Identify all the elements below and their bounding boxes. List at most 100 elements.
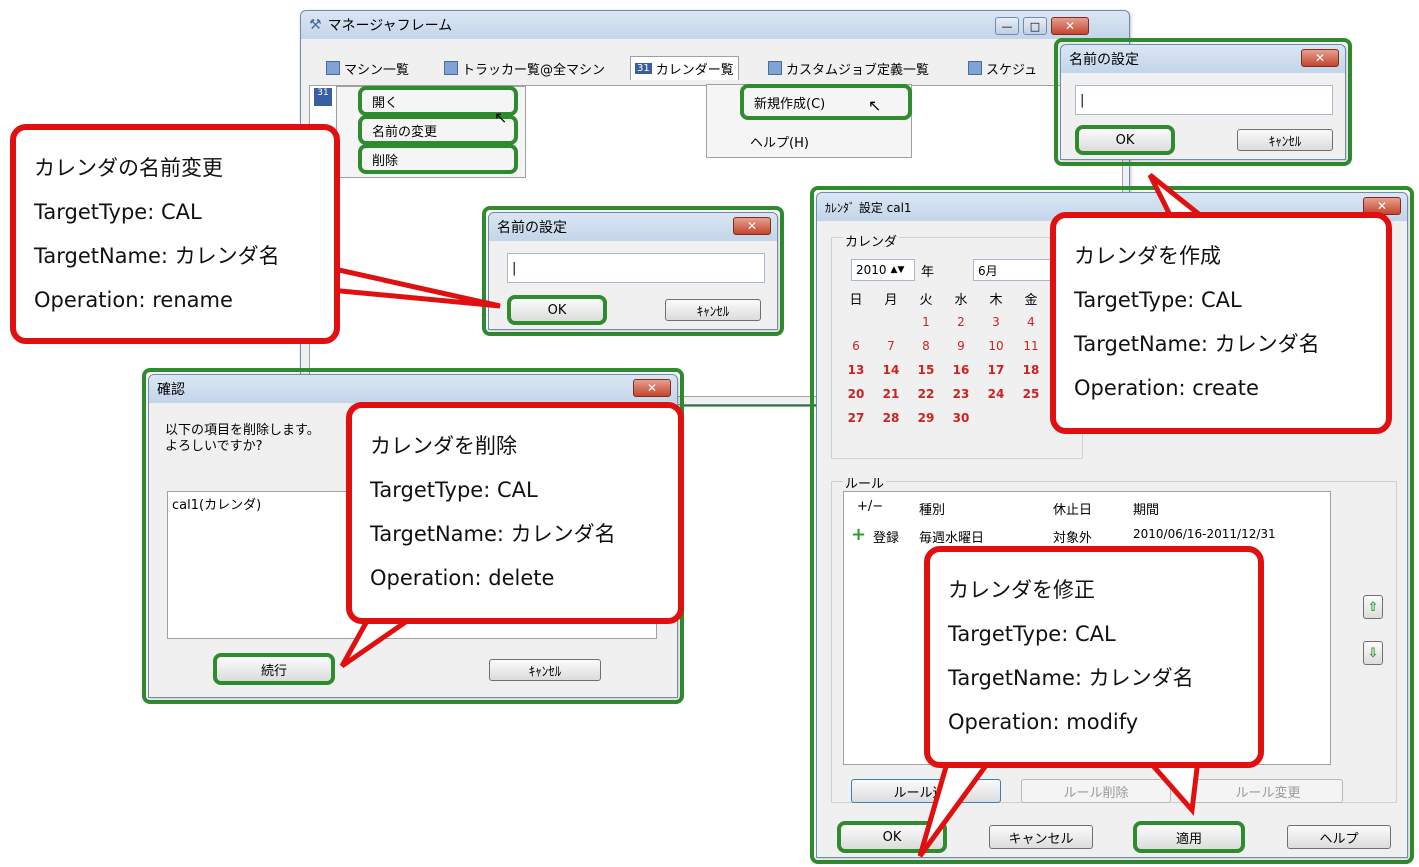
create-dialog: 名前の設定 ✕ | OK ｷｬﾝｾﾙ: [1060, 44, 1346, 160]
tab-calendar-list[interactable]: 31 カレンダー覧: [630, 56, 739, 80]
calendar-day[interactable]: 8: [911, 339, 941, 353]
rename-dialog: 名前の設定 ✕ | OK ｷｬﾝｾﾙ: [488, 212, 778, 330]
calendar-day[interactable]: 3: [981, 315, 1011, 329]
callout-modify-type: TargetType: CAL: [948, 622, 1116, 646]
calendar-day[interactable]: 7: [876, 339, 906, 353]
maximize-button[interactable]: □: [1023, 17, 1047, 35]
month-select[interactable]: 6月: [973, 259, 1053, 281]
move-down-button[interactable]: ⇩: [1363, 641, 1383, 665]
calendar-day[interactable]: 4: [1016, 315, 1046, 329]
callout-rename-op: Operation: rename: [34, 288, 233, 312]
callout-delete-op: Operation: delete: [370, 566, 555, 590]
callout-create-type: TargetType: CAL: [1074, 288, 1242, 312]
calendar-list-icon: 31: [314, 88, 332, 106]
calendar-day[interactable]: 17: [981, 363, 1011, 377]
calendar-day[interactable]: 11: [1016, 339, 1046, 353]
calendar-ok-button[interactable]: OK: [837, 821, 947, 853]
rename-name-input[interactable]: |: [507, 253, 765, 283]
change-rule-button[interactable]: ルール変更: [1193, 779, 1343, 803]
tab-tracker-list[interactable]: トラッカー覧@全マシン: [440, 56, 609, 80]
create-cancel-button[interactable]: ｷｬﾝｾﾙ: [1237, 129, 1333, 151]
rule-header-period: 期間: [1133, 503, 1160, 518]
calendar-apply-button[interactable]: 適用: [1133, 821, 1245, 853]
calendar-day[interactable]: 13: [841, 363, 871, 377]
callout-modify-title: カレンダを修正: [948, 578, 1095, 602]
calendar-day[interactable]: 30: [946, 411, 976, 425]
callout-create-title: カレンダを作成: [1074, 244, 1221, 268]
create-name-input[interactable]: |: [1075, 85, 1333, 115]
calendar-day[interactable]: 21: [876, 387, 906, 401]
calendar-day[interactable]: 9: [946, 339, 976, 353]
calendar-day[interactable]: 27: [841, 411, 871, 425]
weekday-header: 金: [1024, 293, 1038, 308]
rule-op: 登録: [873, 531, 900, 546]
confirm-cancel-button[interactable]: ｷｬﾝｾﾙ: [489, 659, 601, 681]
menu-new[interactable]: 新規作成(C): [740, 84, 912, 120]
callout-rename-type: TargetType: CAL: [34, 200, 202, 224]
calendar-day[interactable]: 22: [911, 387, 941, 401]
tracker-icon: [444, 61, 458, 75]
arrow-down-icon: ⇩: [1367, 645, 1379, 661]
calendar-day[interactable]: 20: [841, 387, 871, 401]
calendar-day[interactable]: 14: [876, 363, 906, 377]
calendar-day[interactable]: 29: [911, 411, 941, 425]
calendar-day[interactable]: 2: [946, 315, 976, 329]
menu-help[interactable]: ヘルプ(H): [740, 126, 900, 156]
confirm-dialog-titlebar: 確認: [149, 375, 677, 403]
move-up-button[interactable]: ⇧: [1363, 595, 1383, 619]
calendar-group-label: カレンダ: [843, 231, 900, 250]
calendar-day[interactable]: 28: [876, 411, 906, 425]
calendar-day[interactable]: 16: [946, 363, 976, 377]
main-window-title: マネージャフレーム: [327, 18, 453, 34]
rename-cancel-button[interactable]: ｷｬﾝｾﾙ: [665, 299, 761, 321]
schedule-icon: [968, 61, 982, 75]
weekday-header: 木: [989, 293, 1003, 308]
calendar-cancel-button[interactable]: キャンセル: [989, 825, 1093, 849]
callout-delete-title: カレンダを削除: [370, 434, 517, 458]
year-label: 年: [921, 265, 935, 280]
rule-header-holiday: 休止日: [1053, 503, 1093, 518]
callout-create-op: Operation: create: [1074, 376, 1259, 400]
rename-close-button[interactable]: ✕: [733, 217, 771, 235]
calendar-day[interactable]: 6: [841, 339, 871, 353]
calendar-day[interactable]: 18: [1016, 363, 1046, 377]
weekday-header: 日: [849, 293, 863, 308]
calendar-day[interactable]: 1: [911, 315, 941, 329]
mouse-cursor-icon: ↖: [494, 108, 508, 127]
tab-schedule[interactable]: スケジュ: [964, 56, 1041, 80]
confirm-list-item: cal1(カレンダ): [172, 498, 262, 513]
plus-icon: +: [851, 524, 867, 545]
create-ok-button[interactable]: OK: [1075, 125, 1175, 155]
weekday-header: 火: [919, 293, 933, 308]
main-close-button[interactable]: ✕: [1051, 17, 1089, 35]
delete-rule-button[interactable]: ルール削除: [1021, 779, 1171, 803]
calendar-day[interactable]: 23: [946, 387, 976, 401]
rule-type: 毎週水曜日: [919, 531, 985, 546]
minimize-button[interactable]: —: [995, 17, 1019, 35]
tab-machine-list[interactable]: マシン一覧: [322, 56, 413, 80]
menu-delete[interactable]: 削除: [358, 144, 518, 174]
year-spinner[interactable]: 2010 ▲▼: [851, 259, 915, 281]
confirm-close-button[interactable]: ✕: [633, 379, 671, 397]
calendar-day[interactable]: 24: [981, 387, 1011, 401]
rename-ok-button[interactable]: OK: [507, 295, 607, 325]
calendar-day[interactable]: 25: [1016, 387, 1046, 401]
rule-row[interactable]: + 登録 毎週水曜日 対象外 2010/06/16-2011/12/31: [847, 525, 1327, 547]
callout-modify-op: Operation: modify: [948, 710, 1139, 734]
callout-modify-name: TargetName: カレンダ名: [948, 666, 1194, 690]
weekday-header: 水: [954, 293, 968, 308]
calendar-day[interactable]: 10: [981, 339, 1011, 353]
confirm-continue-button[interactable]: 続行: [213, 653, 335, 685]
add-rule-button[interactable]: ルール追加: [851, 779, 1001, 803]
calendar-help-button[interactable]: ヘルプ: [1287, 825, 1391, 849]
tab-custom-job-list[interactable]: カスタムジョブ定義一覧: [764, 56, 933, 80]
rule-header-type: 種別: [919, 503, 946, 518]
rule-period: 2010/06/16-2011/12/31: [1133, 527, 1276, 541]
app-icon: ⚒: [309, 17, 322, 33]
rule-holiday: 対象外: [1053, 531, 1093, 546]
callout-rename-name: TargetName: カレンダ名: [34, 244, 280, 268]
calendar-grid: 日月火水木金 1 2 3 4 6 7 8 9 10 11 13 14 15 16 17 18 20 21 22 23 24…: [841, 289, 1071, 449]
create-close-button[interactable]: ✕: [1301, 49, 1339, 67]
calendar-day[interactable]: 15: [911, 363, 941, 377]
callout-rename: カレンダの名前変更 TargetType: CAL TargetName: カレ…: [10, 124, 340, 344]
